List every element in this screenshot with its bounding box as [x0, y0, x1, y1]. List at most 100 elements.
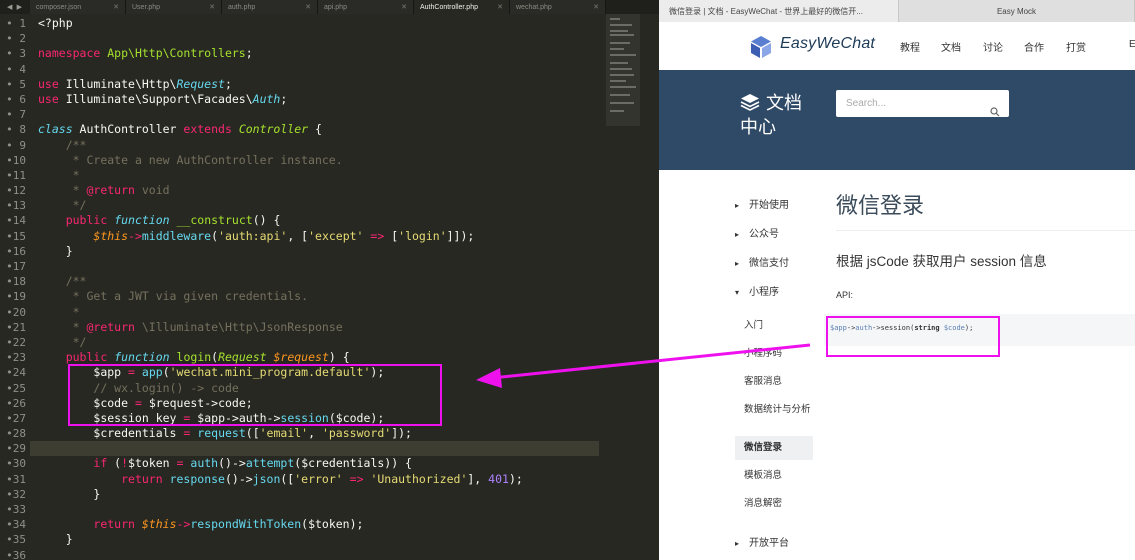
line-number: •15: [6, 229, 26, 243]
code-line-1: <?php: [38, 16, 73, 30]
line-number: •30: [6, 457, 26, 471]
line-number: •18: [6, 275, 26, 289]
tab-label: User.php: [132, 3, 161, 11]
line-number: • 4: [6, 62, 26, 76]
search-icon[interactable]: [990, 107, 1000, 117]
sidebar-item-analytics[interactable]: 数据统计与分析: [744, 404, 816, 415]
sidebar-item-qrcode[interactable]: 小程序码: [744, 348, 816, 359]
code-area[interactable]: <?php namespace App\Http\Controllers; us…: [30, 16, 599, 560]
search-input[interactable]: [836, 90, 1009, 117]
code-line-31: return response()->json(['error' => 'Una…: [121, 471, 523, 486]
tab-label: composer.json: [36, 3, 82, 11]
line-number: •34: [6, 518, 26, 532]
tab-nav-arrows-icon[interactable]: ◀ ▶: [0, 0, 30, 14]
chevron-right-icon: ▸: [735, 539, 740, 548]
browser-tab-easy-mock[interactable]: Easy Mock: [899, 0, 1135, 22]
code-line-20: *: [65, 304, 80, 319]
sidebar-section-getting-started[interactable]: ▸ 开始使用: [735, 196, 789, 211]
code-editor[interactable]: ◀ ▶ composer.json ✕ User.php ✕ auth.php ✕ a…: [0, 0, 659, 560]
page-title: 微信登录: [836, 193, 925, 218]
code-line-10: * Create a new AuthController instance.: [65, 152, 343, 167]
code-line-6: use Illuminate\Support\Facades\Auth;: [38, 91, 288, 106]
code-line-34: return $this->respondWithToken($token);: [93, 517, 364, 532]
line-number: •16: [6, 244, 26, 258]
browser-tab-docs[interactable]: 微信登录 | 文档 - EasyWeChat - 世界上最好的微信开...: [659, 0, 899, 22]
tab-auth-php[interactable]: auth.php ✕: [222, 0, 318, 14]
tab-user-php[interactable]: User.php ✕: [126, 0, 222, 14]
nav-docs[interactable]: 文档: [941, 39, 961, 54]
line-number: •11: [6, 168, 26, 182]
line-number-gutter: • 1 • 2 • 3 • 4 • 5 • 6 • 7 • 8 • 9 •10 •11 •12 •13 •…: [0, 16, 30, 560]
close-icon[interactable]: ✕: [209, 3, 215, 11]
line-number: •13: [6, 199, 26, 213]
browser-window: 微信登录 | 文档 - EasyWeChat - 世界上最好的微信开... Ea…: [659, 0, 1135, 560]
sidebar-section-mini-program[interactable]: ▾ 小程序: [735, 283, 779, 298]
line-number: •23: [6, 351, 26, 365]
code-line-12: * @return void: [65, 183, 170, 198]
code-minimap[interactable]: [606, 14, 640, 126]
line-number: •12: [6, 184, 26, 198]
code-line-9: /**: [65, 137, 87, 152]
easywechat-logo-icon[interactable]: [748, 34, 774, 60]
tab-api-php[interactable]: api.php ✕: [318, 0, 414, 14]
sidebar-item-intro[interactable]: 入门: [744, 320, 816, 331]
line-number: •35: [6, 533, 26, 547]
close-icon[interactable]: ✕: [113, 3, 119, 11]
editor-tab-bar: ◀ ▶ composer.json ✕ User.php ✕ auth.php ✕ a…: [0, 0, 659, 14]
tab-wechat-php[interactable]: wechat.php ✕: [510, 0, 606, 14]
code-line-28: $credentials = request(['email', 'passwo…: [93, 426, 412, 441]
tab-label: api.php: [324, 3, 347, 11]
tab-composer-json[interactable]: composer.json ✕: [30, 0, 126, 14]
line-number: • 6: [6, 92, 26, 106]
chevron-down-icon: ▾: [735, 288, 740, 297]
line-number: • 9: [6, 138, 26, 152]
line-number: •26: [6, 396, 26, 410]
line-number: •25: [6, 381, 26, 395]
sidebar-item-message-decrypt[interactable]: 消息解密: [744, 498, 816, 509]
line-number: •32: [6, 487, 26, 501]
nav-tutorial[interactable]: 教程: [900, 39, 920, 54]
code-line-11: *: [65, 167, 80, 182]
browser-tab-bar: 微信登录 | 文档 - EasyWeChat - 世界上最好的微信开... Ea…: [659, 0, 1135, 22]
sidebar-section-open-platform[interactable]: ▸ 开放平台: [735, 534, 789, 549]
sidebar-section-official-account[interactable]: ▸ 公众号: [735, 225, 779, 240]
code-line-35: }: [65, 532, 73, 547]
tab-label: AuthController.php: [420, 3, 478, 11]
line-number: •20: [6, 305, 26, 319]
sidebar-item-customer-service[interactable]: 客服消息: [744, 376, 816, 387]
code-line-32: }: [93, 486, 101, 501]
nav-cooperate[interactable]: 合作: [1024, 39, 1044, 54]
line-number: •27: [6, 411, 26, 425]
sidebar-item-template-message[interactable]: 模板消息: [744, 470, 816, 481]
close-icon[interactable]: ✕: [305, 3, 311, 11]
nav-discuss[interactable]: 讨论: [983, 39, 1003, 54]
chevron-right-icon: ▸: [735, 201, 740, 210]
nav-donate[interactable]: 打赏: [1066, 39, 1086, 54]
close-icon[interactable]: ✕: [401, 3, 407, 11]
line-number: •19: [6, 290, 26, 304]
title-divider: [836, 230, 1135, 231]
api-highlight-box: [826, 316, 1000, 357]
site-header: EasyWeChat 教程 文档 讨论 合作 打赏 E: [659, 22, 1135, 71]
close-icon[interactable]: ✕: [497, 3, 503, 11]
hero-title: 文档 中心: [740, 93, 802, 137]
code-line-22: */: [65, 334, 87, 349]
line-number: •36: [6, 548, 26, 560]
line-number: • 7: [6, 108, 26, 122]
line-number: • 8: [6, 123, 26, 137]
nav-more[interactable]: E: [1129, 39, 1135, 50]
code-line-8: class AuthController extends Controller …: [38, 122, 322, 137]
tab-authcontroller-php[interactable]: AuthController.php ✕: [414, 0, 510, 14]
site-brand[interactable]: EasyWeChat: [780, 35, 875, 53]
code-line-3: namespace App\Http\Controllers;: [38, 46, 253, 61]
line-number: • 1: [6, 17, 26, 30]
close-icon[interactable]: ✕: [593, 3, 599, 11]
code-line-15: $this->middleware('auth:api', ['except' …: [93, 228, 475, 243]
sidebar-section-payment[interactable]: ▸ 微信支付: [735, 254, 789, 269]
sidebar-item-wechat-login[interactable]: 微信登录: [735, 436, 813, 460]
line-number: •29: [6, 442, 26, 456]
line-number: • 2: [6, 32, 26, 46]
